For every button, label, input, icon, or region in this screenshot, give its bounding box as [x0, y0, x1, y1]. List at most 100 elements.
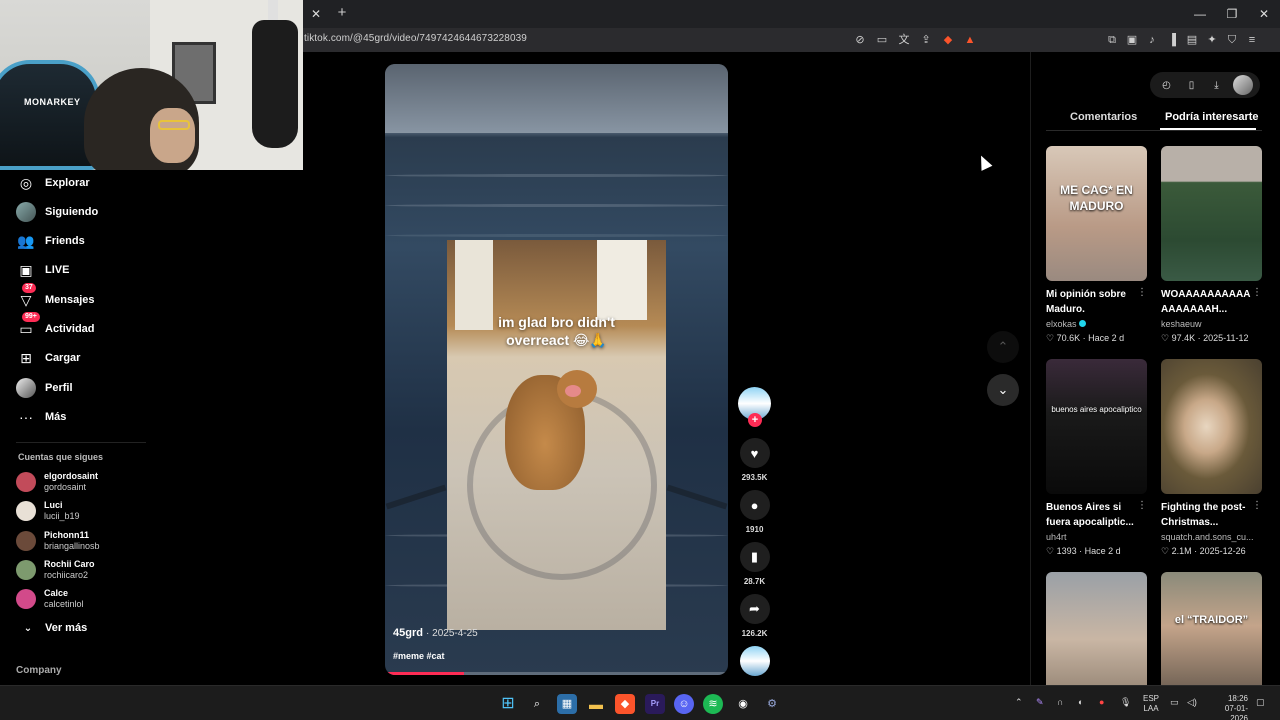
company-link[interactable]: Company	[16, 665, 62, 676]
leo-icon[interactable]: ✦	[1204, 31, 1220, 49]
download-icon[interactable]: ⤓	[1208, 80, 1226, 91]
sidebar-item-actividad[interactable]: ▭ 99+ Actividad	[16, 312, 95, 340]
see-more-button[interactable]: ⌄ Ver más	[20, 622, 87, 634]
translate-icon[interactable]: 文	[896, 31, 912, 49]
bookmark-icon[interactable]: ▮	[739, 542, 770, 572]
heart-icon[interactable]: ♥	[739, 438, 770, 468]
following-avatar-icon	[16, 202, 36, 222]
sidebar-icon[interactable]: ▐	[1164, 31, 1180, 49]
sidebar-item-mensajes[interactable]: ▽ 37 Mensajes	[16, 283, 95, 311]
menu-icon[interactable]: ≡	[1244, 31, 1260, 49]
more-options-icon[interactable]: ⋮	[1137, 500, 1147, 511]
card-title: Buenos Aires si fuera apocaliptic...	[1046, 502, 1134, 528]
wallet-icon[interactable]: ▤	[1184, 31, 1200, 49]
suggested-video-card[interactable]: ME CAG* EN MADURO ⋮ Mi opinión sobre Mad…	[1046, 146, 1147, 345]
network-icon[interactable]: ▭	[1170, 697, 1179, 708]
suggested-video-card[interactable]: buenos aires apocaliptico ⋮ Buenos Aires…	[1046, 359, 1147, 558]
system-clock[interactable]: 18:26 07-01-2026	[1208, 694, 1248, 720]
discord-icon[interactable]: ☺	[674, 694, 694, 714]
sidebar-item-perfil[interactable]: Perfil	[16, 377, 73, 399]
start-button[interactable]: ⊞	[498, 694, 518, 714]
sidebar-item-siguiendo[interactable]: Siguiendo	[16, 201, 98, 223]
suggested-video-card[interactable]: ⋮ WOAAAAAAAAAA AAAAAAAH... keshaeuw ♡ 97…	[1161, 146, 1262, 345]
like-action[interactable]: ♥ 293.5K	[738, 438, 771, 482]
video-thumbnail[interactable]: ME CAG* EN MADURO	[1046, 146, 1147, 281]
card-meta: ♡ 97.4K · 2025-11-12	[1161, 333, 1249, 343]
suggested-video-card[interactable]	[1046, 572, 1147, 685]
more-options-icon[interactable]: ⋮	[1252, 287, 1262, 298]
vpn-icon[interactable]: ⛉	[1224, 31, 1240, 49]
previous-video-button[interactable]: ⌃	[987, 331, 1019, 363]
tab-close-button[interactable]: ✕	[308, 6, 324, 22]
screenshot-icon[interactable]: ▣	[1124, 31, 1140, 49]
user-avatar[interactable]	[1232, 75, 1253, 95]
new-tab-button[interactable]: +	[334, 5, 350, 21]
video-thumbnail[interactable]	[1161, 146, 1262, 281]
comment-count: 1910	[745, 525, 764, 534]
window-close-button[interactable]: ✕	[1248, 0, 1280, 28]
followed-account[interactable]: Luci lucii_b19	[16, 498, 80, 524]
tab-comentarios[interactable]: Comentarios	[1070, 111, 1137, 123]
sidebar-item-friends[interactable]: 👥 Friends	[16, 230, 84, 252]
more-options-icon[interactable]: ⋮	[1252, 500, 1262, 511]
sidebar-item-mas[interactable]: ··· Más	[16, 406, 66, 428]
file-explorer-icon[interactable]: ▬	[586, 694, 606, 714]
phone-icon[interactable]: ▯	[1183, 80, 1201, 91]
verified-icon	[1078, 320, 1086, 327]
obs-icon[interactable]: ◉	[733, 694, 753, 714]
no-tracking-icon[interactable]: ⊘	[852, 31, 868, 49]
share-arrow-icon[interactable]: ➦	[739, 594, 770, 624]
microphone-icon[interactable]: 🎙	[1120, 697, 1131, 708]
followed-account[interactable]: Pichonn11 briangallinosb	[16, 528, 100, 554]
steam-icon[interactable]: ⚙	[762, 694, 782, 714]
music-disc[interactable]	[740, 646, 770, 676]
sidebar-item-cargar[interactable]: ⊞ Cargar	[16, 347, 80, 369]
notifications-icon[interactable]: ▢	[1256, 697, 1265, 708]
extensions-icon[interactable]: ⧉	[1104, 31, 1120, 49]
volume-icon[interactable]: ◁)	[1187, 697, 1197, 708]
video-thumbnail[interactable]	[1046, 572, 1147, 685]
headset-icon[interactable]: ∩	[1057, 697, 1063, 707]
video-player[interactable]: im glad bro didn't overreact 😂🙏 45grd · …	[385, 64, 728, 675]
video-thumbnail[interactable]	[1161, 359, 1262, 494]
share-icon[interactable]: ⇪	[918, 31, 934, 49]
search-icon[interactable]: ⌕	[527, 694, 547, 714]
restore-button[interactable]: ❐	[1216, 0, 1248, 28]
photos-app-icon[interactable]: ▦	[557, 694, 577, 714]
keyboard-language[interactable]: ESP LAA	[1143, 694, 1159, 714]
follow-button[interactable]: +	[748, 413, 762, 427]
video-hashtags[interactable]: #meme #cat	[393, 651, 445, 661]
suggested-video-card[interactable]: ⋮ Fighting the post-Christmas... squatch…	[1161, 359, 1262, 558]
pen-icon[interactable]: ✎	[1036, 697, 1044, 708]
suggested-video-card[interactable]: el “TRAIDOR”	[1161, 572, 1262, 685]
minimize-button[interactable]: —	[1184, 0, 1216, 28]
sidebar-item-explorar[interactable]: ◎ Explorar	[16, 172, 90, 194]
followed-account[interactable]: Calce calcetinlol	[16, 586, 84, 612]
video-thumbnail[interactable]: buenos aires apocaliptico	[1046, 359, 1147, 494]
url-field[interactable]: tiktok.com/@45grd/video/7497424644673228…	[304, 33, 527, 44]
tab-podria-interesarte[interactable]: Podría interesarte	[1165, 111, 1259, 123]
video-author[interactable]: 45grd · 2025-4-25	[393, 627, 478, 639]
comment-action[interactable]: ● 1910	[738, 490, 771, 534]
brave-browser-icon[interactable]: ◆	[615, 694, 635, 714]
save-action[interactable]: ▮ 28.7K	[738, 542, 771, 586]
brave-shield-icon[interactable]: ◆	[940, 31, 956, 49]
share-action[interactable]: ➦ 126.2K	[738, 594, 771, 638]
sidebar-item-live[interactable]: ▣ LIVE	[16, 259, 69, 281]
cast-icon[interactable]: ▭	[874, 31, 890, 49]
premiere-pro-icon[interactable]: Pr	[645, 694, 665, 714]
followed-account[interactable]: Rochii Caro rochiicaro2	[16, 557, 95, 583]
spotify-icon[interactable]: ≋	[703, 694, 723, 714]
speed-icon[interactable]: ◴	[1158, 80, 1176, 91]
steam-tray-icon[interactable]: ◐	[1078, 697, 1083, 707]
tray-app-icon[interactable]: ●	[1099, 697, 1104, 707]
more-options-icon[interactable]: ⋮	[1137, 287, 1147, 298]
video-thumbnail[interactable]: el “TRAIDOR”	[1161, 572, 1262, 685]
next-video-button[interactable]: ⌄	[987, 374, 1019, 406]
brave-rewards-icon[interactable]: ▲	[962, 31, 978, 49]
video-progress-bar[interactable]	[385, 672, 728, 675]
tray-overflow-icon[interactable]: ⌃	[1015, 697, 1023, 708]
music-icon[interactable]: ♪	[1144, 31, 1160, 49]
comment-icon[interactable]: ●	[739, 490, 770, 520]
followed-account[interactable]: elgordosaint gordosaint	[16, 469, 98, 495]
